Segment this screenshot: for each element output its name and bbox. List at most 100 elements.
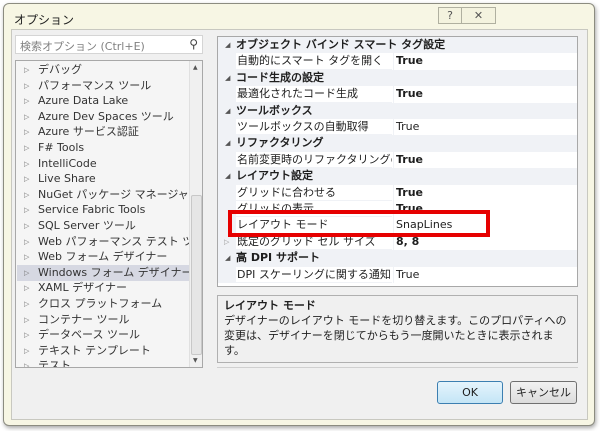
tree-item[interactable]: ▷ コンテナー ツール	[17, 312, 189, 328]
tree-item[interactable]: ▷ クロス プラットフォーム	[17, 296, 189, 312]
expand-arrow-icon[interactable]: ▷	[24, 296, 29, 312]
expand-arrow-icon[interactable]: ▷	[24, 218, 29, 234]
expand-arrow-icon[interactable]: ▷	[24, 327, 29, 343]
tree-item[interactable]: ▷ Service Fabric Tools	[17, 202, 189, 218]
property-row[interactable]: グリッドに合わせる True	[218, 184, 577, 201]
property-grid: ◢ オブジェクト バインド スマート タグ設定 自動的にスマート タグを開く True…	[217, 36, 578, 287]
tree-item-label: Azure Dev Spaces ツール	[38, 109, 174, 123]
expand-arrow-icon[interactable]: ▷	[24, 78, 29, 94]
tree-item[interactable]: ▷ IntelliCode	[17, 156, 189, 172]
expand-arrow-icon[interactable]: ▷	[24, 187, 29, 203]
collapse-arrow-icon[interactable]: ◢	[225, 135, 230, 151]
category-row[interactable]: ◢ ツールボックス	[218, 102, 577, 119]
expand-arrow-icon[interactable]: ▷	[24, 156, 29, 172]
expand-arrow-icon[interactable]: ▷	[24, 280, 29, 296]
property-value[interactable]: True	[393, 151, 577, 169]
close-button[interactable]: ✕	[461, 7, 496, 24]
expand-arrow-icon[interactable]: ▷	[24, 62, 29, 78]
scroll-down-icon[interactable]: ▼	[193, 357, 198, 364]
tree-item[interactable]: ▷ Windows フォーム デザイナー	[17, 264, 193, 281]
tree-item[interactable]: ▷ SQL Server ツール	[17, 218, 189, 234]
tree-item-label: コンテナー ツール	[38, 312, 130, 326]
tree-item-label: テスト	[38, 359, 71, 368]
tree-item-label: F# Tools	[38, 141, 85, 154]
expand-arrow-icon[interactable]: ▷	[24, 343, 29, 359]
collapse-arrow-icon[interactable]: ◢	[225, 168, 230, 184]
row-gutter	[218, 119, 236, 136]
collapse-arrow-icon[interactable]: ◢	[225, 103, 230, 119]
tree-scrollbar[interactable]: ▲ ▼	[189, 61, 202, 367]
category-row[interactable]: ◢ コード生成の設定	[218, 69, 577, 87]
tree-item[interactable]: ▷ F# Tools	[17, 140, 189, 156]
tree-item[interactable]: ▷ テキスト テンプレート	[17, 343, 189, 359]
expand-arrow-icon[interactable]: ▷	[24, 124, 29, 140]
tree-item-label: Service Fabric Tools	[38, 203, 146, 217]
tree-item[interactable]: ▷ Web フォーム デザイナー	[17, 249, 189, 265]
expand-arrow-icon[interactable]: ▷	[24, 358, 29, 367]
tree-item[interactable]: ▷ Azure Dev Spaces ツール	[17, 109, 189, 125]
ok-button[interactable]: OK	[437, 381, 503, 404]
property-value[interactable]: True	[393, 119, 577, 136]
tree-item[interactable]: ▷ Live Share	[17, 171, 189, 187]
row-gutter	[218, 266, 236, 283]
expand-arrow-icon[interactable]: ▷	[24, 234, 29, 250]
search-icon: ⚲	[189, 37, 198, 51]
tree-item[interactable]: ▷ テスト	[17, 358, 189, 368]
property-name: 自動的にスマート タグを開く	[236, 53, 392, 70]
property-value[interactable]: True	[393, 53, 577, 70]
tree-item[interactable]: ▷ XAML デザイナー	[17, 280, 189, 296]
search-placeholder: 検索オプション (Ctrl+E)	[20, 40, 145, 53]
category-row[interactable]: ◢ 高 DPI サポート	[218, 250, 577, 267]
expand-arrow-icon[interactable]: ▷	[24, 202, 29, 218]
tree-item-label: データベース ツール	[38, 328, 140, 342]
category-label: レイアウト設定	[236, 169, 313, 183]
tree-item[interactable]: ▷ データベース ツール	[17, 327, 189, 343]
tree-item-label: XAML デザイナー	[38, 281, 127, 295]
expand-arrow-icon[interactable]: ▷	[24, 312, 29, 328]
property-value[interactable]: True	[393, 86, 577, 103]
expand-arrow-icon[interactable]: ▷	[24, 249, 29, 265]
tree-item[interactable]: ▷ デバッグ	[17, 62, 189, 78]
property-row[interactable]: 最適化されたコード生成 True	[218, 86, 577, 103]
category-row[interactable]: ◢ オブジェクト バインド スマート タグ設定	[218, 37, 577, 54]
tree-item[interactable]: ▷ Azure Data Lake	[17, 93, 189, 109]
expand-arrow-icon[interactable]: ▷	[24, 93, 29, 109]
help-button[interactable]: ?	[438, 7, 462, 24]
property-row[interactable]: ツールボックスの自動取得 True	[218, 119, 577, 136]
category-label: オブジェクト バインド スマート タグ設定	[236, 38, 446, 51]
property-name: DPI スケーリングに関する通知	[236, 267, 392, 283]
expand-arrow-icon[interactable]: ▷	[24, 171, 29, 187]
scroll-thumb[interactable]	[191, 195, 202, 355]
category-row[interactable]: ◢ リファクタリング	[218, 135, 577, 152]
property-row[interactable]: 自動的にスマート タグを開く True	[218, 53, 577, 70]
tree-item[interactable]: ▷ パフォーマンス ツール	[17, 78, 189, 94]
tree-item-label: Azure サービス認証	[38, 125, 139, 139]
options-tree: ▷ テスト ▷ テキスト テンプレート ▷ データベース ツール ▷ コンテナー ツール ▷ クロ…	[15, 60, 203, 368]
tree-item[interactable]: ▷ Azure サービス認証	[17, 124, 189, 140]
tree-item[interactable]: ▷ NuGet パッケージ マネージャー	[17, 187, 200, 203]
description-text: デザイナーのレイアウト モードを切り替えます。このプロパティへの変更は、デザイナ…	[224, 314, 567, 357]
expand-arrow-icon[interactable]: ▷	[24, 265, 29, 281]
tree-item-label: テキスト テンプレート	[38, 343, 151, 357]
property-row[interactable]: DPI スケーリングに関する通知 True	[218, 266, 577, 283]
property-row[interactable]: 名前変更時のリファクタリングの有効True	[218, 151, 577, 169]
collapse-arrow-icon[interactable]: ◢	[225, 70, 230, 86]
cancel-button[interactable]: キャンセル	[510, 381, 577, 404]
tree-item[interactable]: ▷ Web パフォーマンス テスト ツール	[17, 234, 202, 250]
category-label: コード生成の設定	[236, 70, 324, 84]
collapse-arrow-icon[interactable]: ◢	[225, 250, 230, 266]
category-row[interactable]: ◢ レイアウト設定	[218, 168, 577, 185]
description-title: レイアウト モード	[224, 299, 316, 312]
expand-arrow-icon[interactable]: ▷	[24, 140, 29, 156]
property-name: ツールボックスの自動取得	[236, 119, 392, 136]
expand-arrow-icon[interactable]: ▷	[24, 109, 29, 125]
scroll-up-icon[interactable]: ▲	[193, 64, 198, 71]
search-options-input[interactable]: 検索オプション (Ctrl+E) ⚲	[15, 35, 203, 54]
collapse-arrow-icon[interactable]: ◢	[225, 37, 230, 53]
tree-item-label: NuGet パッケージ マネージャー	[38, 187, 200, 201]
property-value[interactable]: True	[393, 266, 577, 283]
property-value[interactable]: True	[393, 184, 577, 201]
tree-item-label: IntelliCode	[38, 156, 97, 170]
property-name: グリッドに合わせる	[236, 185, 392, 201]
row-gutter	[218, 184, 236, 201]
